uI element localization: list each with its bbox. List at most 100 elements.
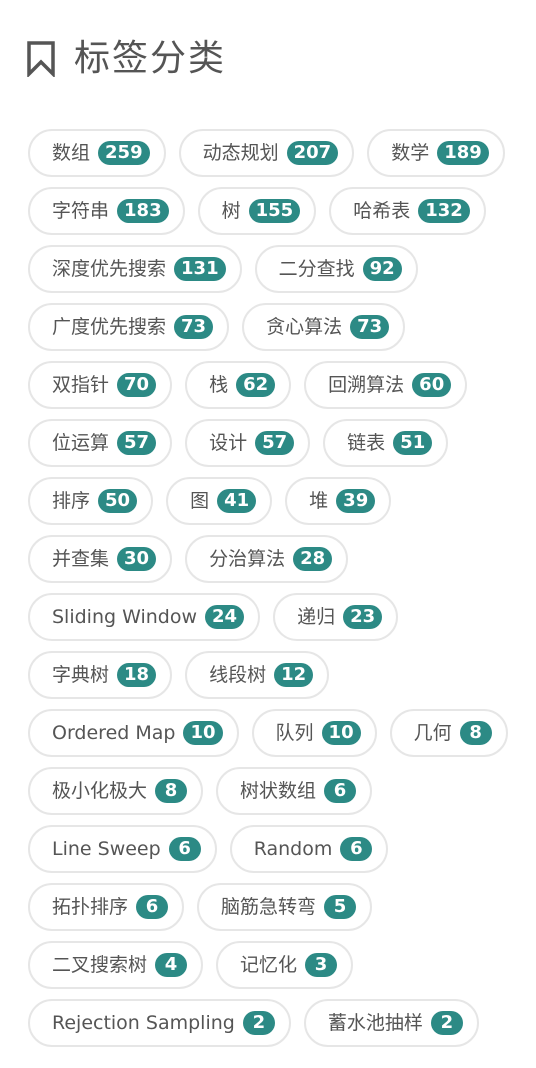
tag-label: 哈希表 bbox=[353, 200, 411, 222]
tag-count-badge: 8 bbox=[459, 721, 492, 745]
tag-item[interactable]: 字符串 183 bbox=[28, 187, 185, 235]
tag-item[interactable]: 动态规划 207 bbox=[178, 129, 355, 177]
tag-item[interactable]: 深度优先搜索 131 bbox=[28, 245, 242, 293]
tag-label: 数组 bbox=[52, 142, 91, 164]
tag-item[interactable]: 回溯算法 60 bbox=[304, 361, 468, 409]
tag-label: Random bbox=[253, 838, 333, 860]
tag-label: 并查集 bbox=[52, 548, 110, 570]
panel-header: 标签分类 bbox=[26, 36, 226, 82]
tag-item[interactable]: 脑筋急转弯 5 bbox=[197, 883, 373, 931]
tag-count-badge: 10 bbox=[183, 721, 223, 745]
tag-item[interactable]: 蓄水池抽样 2 bbox=[303, 999, 479, 1047]
tag-item[interactable]: 图 41 bbox=[166, 477, 273, 525]
tag-item[interactable]: 线段树 12 bbox=[185, 651, 330, 699]
tag-item[interactable]: 栈 62 bbox=[185, 361, 292, 409]
tag-item[interactable]: 记忆化 3 bbox=[216, 941, 354, 989]
tag-count-badge: 5 bbox=[324, 895, 357, 919]
tag-item[interactable]: 排序 50 bbox=[28, 477, 154, 525]
bookmark-icon bbox=[27, 41, 55, 77]
tag-label: 脑筋急转弯 bbox=[221, 896, 317, 918]
tag-count-badge: 132 bbox=[418, 199, 470, 223]
tag-count-badge: 51 bbox=[393, 431, 433, 455]
tag-count-badge: 92 bbox=[362, 257, 402, 281]
tag-item[interactable]: Line Sweep 6 bbox=[28, 825, 217, 873]
tag-label: 树状数组 bbox=[240, 780, 317, 802]
tag-count-badge: 39 bbox=[336, 489, 376, 513]
tag-item[interactable]: 双指针 70 bbox=[28, 361, 173, 409]
tag-item[interactable]: 拓扑排序 6 bbox=[28, 883, 185, 931]
tag-label: 数学 bbox=[391, 142, 430, 164]
tag-count-badge: 6 bbox=[340, 837, 373, 861]
tag-item[interactable]: 哈希表 132 bbox=[329, 187, 486, 235]
tag-count-badge: 259 bbox=[98, 141, 150, 165]
tag-label: Line Sweep bbox=[52, 838, 161, 860]
tag-label: 队列 bbox=[275, 722, 314, 744]
tag-label: 贪心算法 bbox=[266, 316, 343, 338]
tag-item[interactable]: 分治算法 28 bbox=[185, 535, 349, 583]
tag-item[interactable]: 极小化极大 8 bbox=[28, 767, 204, 815]
tag-item[interactable]: Ordered Map 10 bbox=[28, 709, 239, 757]
tag-label: 二分查找 bbox=[278, 258, 355, 280]
tag-label: 树 bbox=[221, 200, 241, 222]
tag-count-badge: 60 bbox=[412, 373, 452, 397]
tag-count-badge: 50 bbox=[98, 489, 138, 513]
tag-label: 堆 bbox=[309, 490, 329, 512]
tag-item[interactable]: 字典树 18 bbox=[28, 651, 173, 699]
tag-item[interactable]: 二分查找 92 bbox=[254, 245, 418, 293]
tag-count-badge: 207 bbox=[286, 141, 339, 165]
tag-item[interactable]: 递归 23 bbox=[273, 593, 399, 641]
tag-item[interactable]: 数组 259 bbox=[28, 129, 166, 177]
tag-item[interactable]: 贪心算法 73 bbox=[242, 303, 406, 351]
page-title: 标签分类 bbox=[74, 38, 227, 79]
tag-count-badge: 183 bbox=[117, 199, 169, 223]
tag-label: Ordered Map bbox=[52, 722, 176, 744]
tag-label: 排序 bbox=[52, 490, 91, 512]
tag-count-badge: 12 bbox=[274, 663, 314, 687]
tag-count-badge: 8 bbox=[155, 779, 188, 803]
tag-item[interactable]: 链表 51 bbox=[323, 419, 449, 467]
tag-count-badge: 189 bbox=[437, 141, 489, 165]
tag-count-badge: 131 bbox=[174, 257, 226, 281]
tag-label: 位运算 bbox=[52, 432, 110, 454]
tag-item[interactable]: 位运算 57 bbox=[28, 419, 173, 467]
tag-count-badge: 2 bbox=[430, 1011, 463, 1035]
tag-label: 线段树 bbox=[209, 664, 267, 686]
tag-item[interactable]: 几何 8 bbox=[389, 709, 508, 757]
tag-item[interactable]: 设计 57 bbox=[185, 419, 311, 467]
tag-label: Rejection Sampling bbox=[52, 1012, 235, 1034]
tag-count-badge: 3 bbox=[305, 953, 338, 977]
tag-item[interactable]: 二叉搜索树 4 bbox=[28, 941, 204, 989]
tag-label: 图 bbox=[190, 490, 210, 512]
tag-item[interactable]: 数学 189 bbox=[367, 129, 505, 177]
tag-item[interactable]: 广度优先搜索 73 bbox=[28, 303, 230, 351]
tag-count-badge: 6 bbox=[324, 779, 357, 803]
tag-label: 字典树 bbox=[52, 664, 110, 686]
tag-count-badge: 57 bbox=[117, 431, 157, 455]
tag-item[interactable]: Random 6 bbox=[229, 825, 389, 873]
tag-count-badge: 57 bbox=[255, 431, 295, 455]
tag-count-badge: 18 bbox=[117, 663, 157, 687]
tag-label: 几何 bbox=[413, 722, 452, 744]
tag-list: 数组 259 动态规划 207 数学 189 字符串 183 树 155 哈希表 132 深度优先搜索 1… bbox=[28, 129, 518, 1047]
tag-item[interactable]: 树 155 bbox=[197, 187, 317, 235]
tag-item[interactable]: 堆 39 bbox=[285, 477, 392, 525]
tag-item[interactable]: Sliding Window 24 bbox=[28, 593, 261, 641]
tag-item[interactable]: 树状数组 6 bbox=[216, 767, 373, 815]
tag-label: 记忆化 bbox=[240, 954, 298, 976]
tag-label: 拓扑排序 bbox=[52, 896, 129, 918]
tag-item[interactable]: Rejection Sampling 2 bbox=[28, 999, 291, 1047]
tag-count-badge: 2 bbox=[242, 1011, 275, 1035]
tag-label: 链表 bbox=[347, 432, 386, 454]
tag-count-badge: 4 bbox=[155, 953, 188, 977]
tag-count-badge: 24 bbox=[205, 605, 245, 629]
tag-count-badge: 155 bbox=[248, 199, 301, 223]
tag-label: 分治算法 bbox=[209, 548, 286, 570]
tag-label: 递归 bbox=[297, 606, 336, 628]
tag-label: 广度优先搜索 bbox=[52, 316, 167, 338]
tag-count-badge: 28 bbox=[293, 547, 333, 571]
tag-label: 双指针 bbox=[52, 374, 110, 396]
tag-item[interactable]: 队列 10 bbox=[251, 709, 377, 757]
tag-item[interactable]: 并查集 30 bbox=[28, 535, 173, 583]
tag-label: 设计 bbox=[209, 432, 248, 454]
tag-count-badge: 41 bbox=[217, 489, 257, 513]
